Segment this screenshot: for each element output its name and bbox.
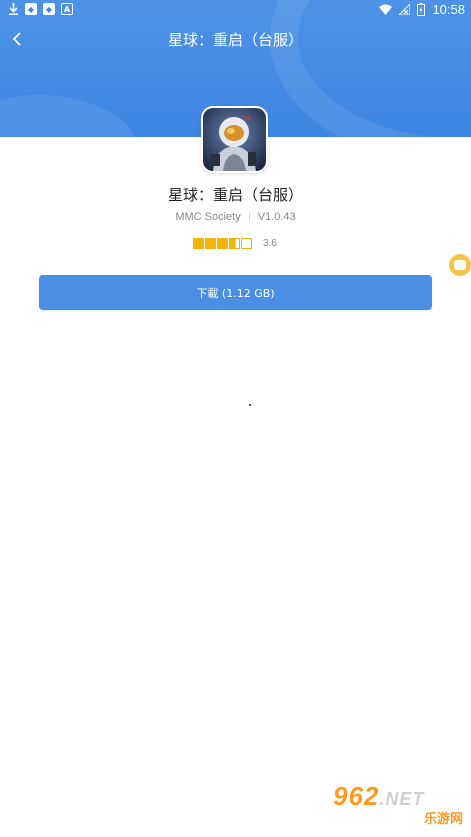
watermark-logo: 962.NET 乐游网 xyxy=(333,782,467,832)
app-notification-icon: ◆ xyxy=(43,3,55,15)
star-icon xyxy=(229,238,240,249)
header-decoration xyxy=(0,95,140,137)
no-signal-icon xyxy=(399,4,411,15)
status-time: 10:58 xyxy=(432,2,465,17)
page-title: 星球：重启（台服） xyxy=(167,31,303,49)
app-version: V1.0.43 xyxy=(257,211,296,223)
app-notification-icon: ◆ xyxy=(25,3,37,15)
floating-assistant-button[interactable] xyxy=(449,254,471,276)
status-left-icons: ◆ ◆ A xyxy=(8,3,73,15)
robot-icon xyxy=(454,260,466,270)
app-meta: MMC Society V1.0.43 xyxy=(0,211,471,223)
a-badge-icon: A xyxy=(61,3,73,15)
watermark-logo-bottom: 乐游网 xyxy=(423,812,463,827)
star-icon xyxy=(205,238,216,249)
wifi-icon xyxy=(379,4,393,15)
download-icon xyxy=(9,3,18,15)
header-decoration xyxy=(270,0,471,137)
status-bar: ◆ ◆ A 10:58 xyxy=(0,0,471,20)
app-icon xyxy=(201,106,268,173)
app-name: 星球：重启（台服） xyxy=(167,186,303,204)
star-icon xyxy=(193,238,204,249)
meta-divider xyxy=(248,212,250,223)
download-button[interactable]: 下載 (1.12 GB) xyxy=(39,275,432,310)
developer-name: MMC Society xyxy=(175,211,241,223)
star-icon xyxy=(217,238,228,249)
battery-icon xyxy=(417,3,426,16)
rating: 3.6 xyxy=(193,238,277,249)
rating-value: 3.6 xyxy=(263,238,277,249)
loading-dot xyxy=(249,404,251,406)
star-icon xyxy=(241,238,252,249)
status-right-icons: 10:58 xyxy=(379,2,465,17)
